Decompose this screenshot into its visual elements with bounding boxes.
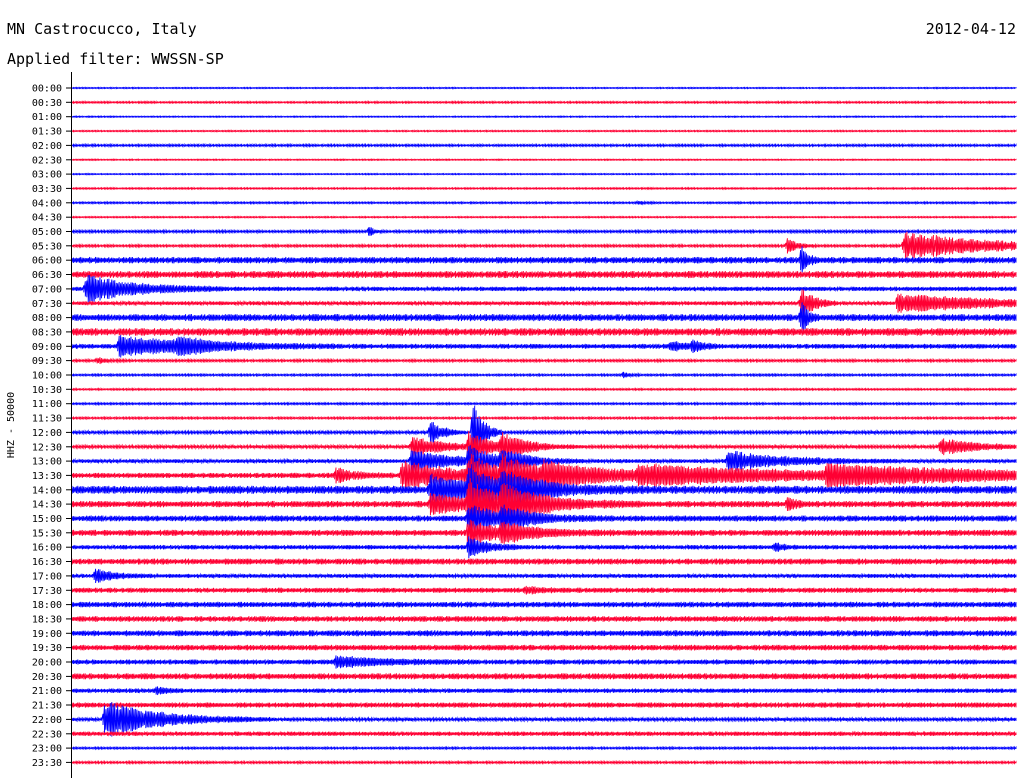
time-label: 07:00: [32, 284, 62, 295]
time-label: 11:00: [32, 399, 62, 410]
time-label: 14:00: [32, 485, 62, 496]
trace-11:00: [71, 401, 1017, 407]
time-label: 02:30: [32, 155, 62, 166]
time-label: 17:00: [32, 571, 62, 582]
time-label: 00:00: [32, 84, 62, 95]
time-label: 03:30: [32, 184, 62, 195]
trace-18:00: [71, 601, 1017, 608]
trace-07:30: [71, 289, 1017, 318]
time-label: 13:00: [32, 457, 62, 468]
time-label: 04:30: [32, 213, 62, 224]
time-label: 08:30: [32, 327, 62, 338]
trace-22:30: [71, 730, 1017, 737]
trace-05:30: [71, 231, 1017, 261]
trace-09:00: [71, 335, 1017, 358]
trace-07:00: [71, 275, 1017, 303]
time-label: 15:00: [32, 514, 62, 525]
time-label: 07:30: [32, 299, 62, 310]
time-label: 20:30: [32, 672, 62, 683]
trace-15:30: [71, 519, 1017, 547]
time-label: 16:30: [32, 557, 62, 568]
time-label: 01:30: [32, 127, 62, 138]
trace-01:30: [71, 129, 1017, 133]
trace-02:00: [71, 142, 1017, 149]
time-label: 01:00: [32, 112, 62, 123]
trace-17:00: [71, 568, 1017, 584]
trace-03:00: [71, 172, 1017, 176]
time-label: 16:00: [32, 543, 62, 554]
trace-08:00: [71, 302, 1017, 333]
trace-04:00: [71, 199, 1017, 206]
time-label: 22:00: [32, 715, 62, 726]
time-label: 06:00: [32, 256, 62, 267]
trace-20:00: [71, 655, 1017, 669]
trace-03:30: [71, 186, 1017, 191]
time-label: 12:00: [32, 428, 62, 439]
time-label: 21:30: [32, 701, 62, 712]
time-label: 09:30: [32, 356, 62, 367]
time-label: 18:00: [32, 600, 62, 611]
time-label: 00:30: [32, 98, 62, 109]
trace-19:30: [71, 644, 1017, 651]
trace-17:30: [71, 585, 1017, 595]
trace-20:30: [71, 673, 1017, 680]
time-label: 19:30: [32, 643, 62, 654]
trace-00:30: [71, 100, 1017, 105]
trace-10:00: [71, 371, 1017, 379]
time-label: 14:30: [32, 500, 62, 511]
time-label: 02:00: [32, 141, 62, 152]
trace-16:00: [71, 536, 1017, 559]
trace-layer: [71, 86, 1017, 765]
time-label: 05:30: [32, 241, 62, 252]
time-label-layer: 00:00 00:30 01:00 01:30 02:00 02:30 03:00 03:30…: [32, 84, 71, 769]
time-label: 06:30: [32, 270, 62, 281]
time-label: 21:00: [32, 686, 62, 697]
trace-21:30: [71, 702, 1017, 708]
time-label: 23:30: [32, 758, 62, 769]
trace-01:00: [71, 115, 1017, 119]
trace-04:30: [71, 215, 1017, 219]
time-label: 12:30: [32, 442, 62, 453]
trace-09:30: [71, 357, 1017, 365]
trace-23:00: [71, 745, 1017, 751]
trace-21:00: [71, 686, 1017, 696]
y-axis-label: HHZ - 50000: [6, 392, 17, 458]
trace-02:30: [71, 158, 1017, 162]
time-label: 08:00: [32, 313, 62, 324]
trace-06:00: [71, 246, 1017, 275]
time-label: 03:00: [32, 170, 62, 181]
trace-11:30: [71, 415, 1017, 421]
trace-12:00: [71, 405, 1017, 459]
trace-16:30: [71, 558, 1017, 565]
trace-23:30: [71, 759, 1017, 765]
time-label: 10:00: [32, 371, 62, 382]
time-label: 17:30: [32, 586, 62, 597]
time-label: 20:00: [32, 658, 62, 669]
time-label: 04:00: [32, 198, 62, 209]
time-label: 11:30: [32, 414, 62, 425]
time-label: 22:30: [32, 729, 62, 740]
time-label: 05:00: [32, 227, 62, 238]
trace-06:30: [71, 270, 1017, 279]
helicorder-chart: 00:00 00:30 01:00 01:30 02:00 02:30 03:00 03:30…: [6, 72, 1017, 778]
time-label: 10:30: [32, 385, 62, 396]
time-label: 23:00: [32, 744, 62, 755]
trace-05:00: [71, 227, 1017, 236]
trace-22:00: [71, 702, 1017, 737]
time-label: 19:00: [32, 629, 62, 640]
time-label: 09:00: [32, 342, 62, 353]
time-label: 18:30: [32, 614, 62, 625]
time-label: 15:30: [32, 528, 62, 539]
trace-19:00: [71, 630, 1017, 637]
trace-00:00: [71, 86, 1017, 90]
trace-08:30: [71, 328, 1017, 336]
time-label: 13:30: [32, 471, 62, 482]
trace-18:30: [71, 616, 1017, 622]
trace-10:30: [71, 387, 1017, 392]
